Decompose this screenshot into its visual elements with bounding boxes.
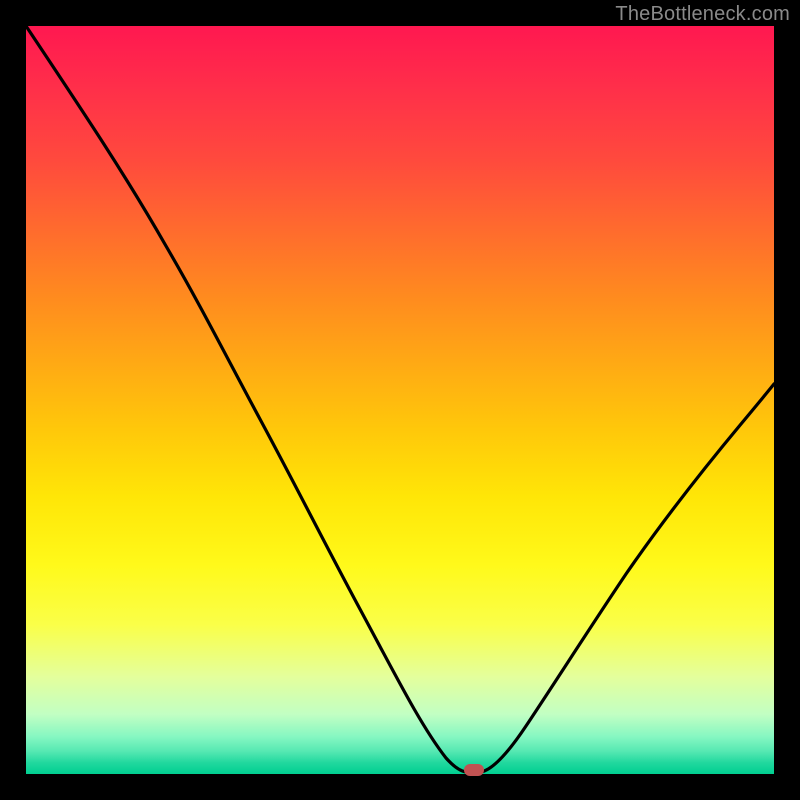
bottleneck-curve [26, 26, 774, 774]
chart-frame: TheBottleneck.com [0, 0, 800, 800]
watermark-text: TheBottleneck.com [615, 3, 790, 26]
curve-path [26, 26, 774, 772]
bottleneck-marker [464, 764, 484, 776]
plot-area [26, 26, 774, 774]
